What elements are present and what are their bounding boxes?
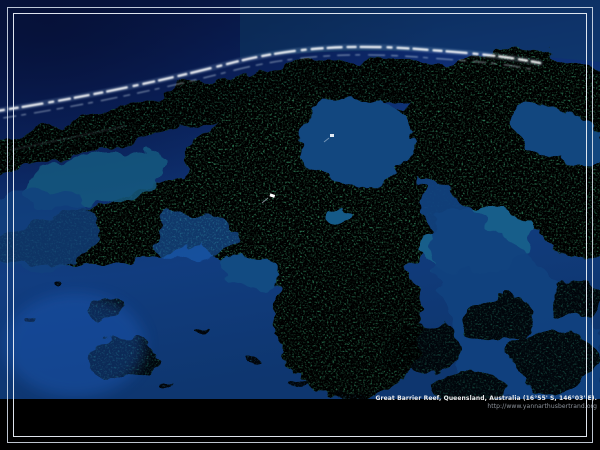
reef-aerial-photo [0, 0, 600, 399]
reef-photo-canvas [0, 0, 600, 399]
caption-url: http://www.yannarthusbertrand.org [376, 403, 597, 410]
caption-location: Great Barrier Reef, Queensland, Australi… [376, 395, 597, 403]
desktop-wallpaper: Great Barrier Reef, Queensland, Australi… [0, 0, 600, 450]
lagoon-glow [5, 293, 145, 397]
photo-caption: Great Barrier Reef, Queensland, Australi… [376, 395, 597, 410]
